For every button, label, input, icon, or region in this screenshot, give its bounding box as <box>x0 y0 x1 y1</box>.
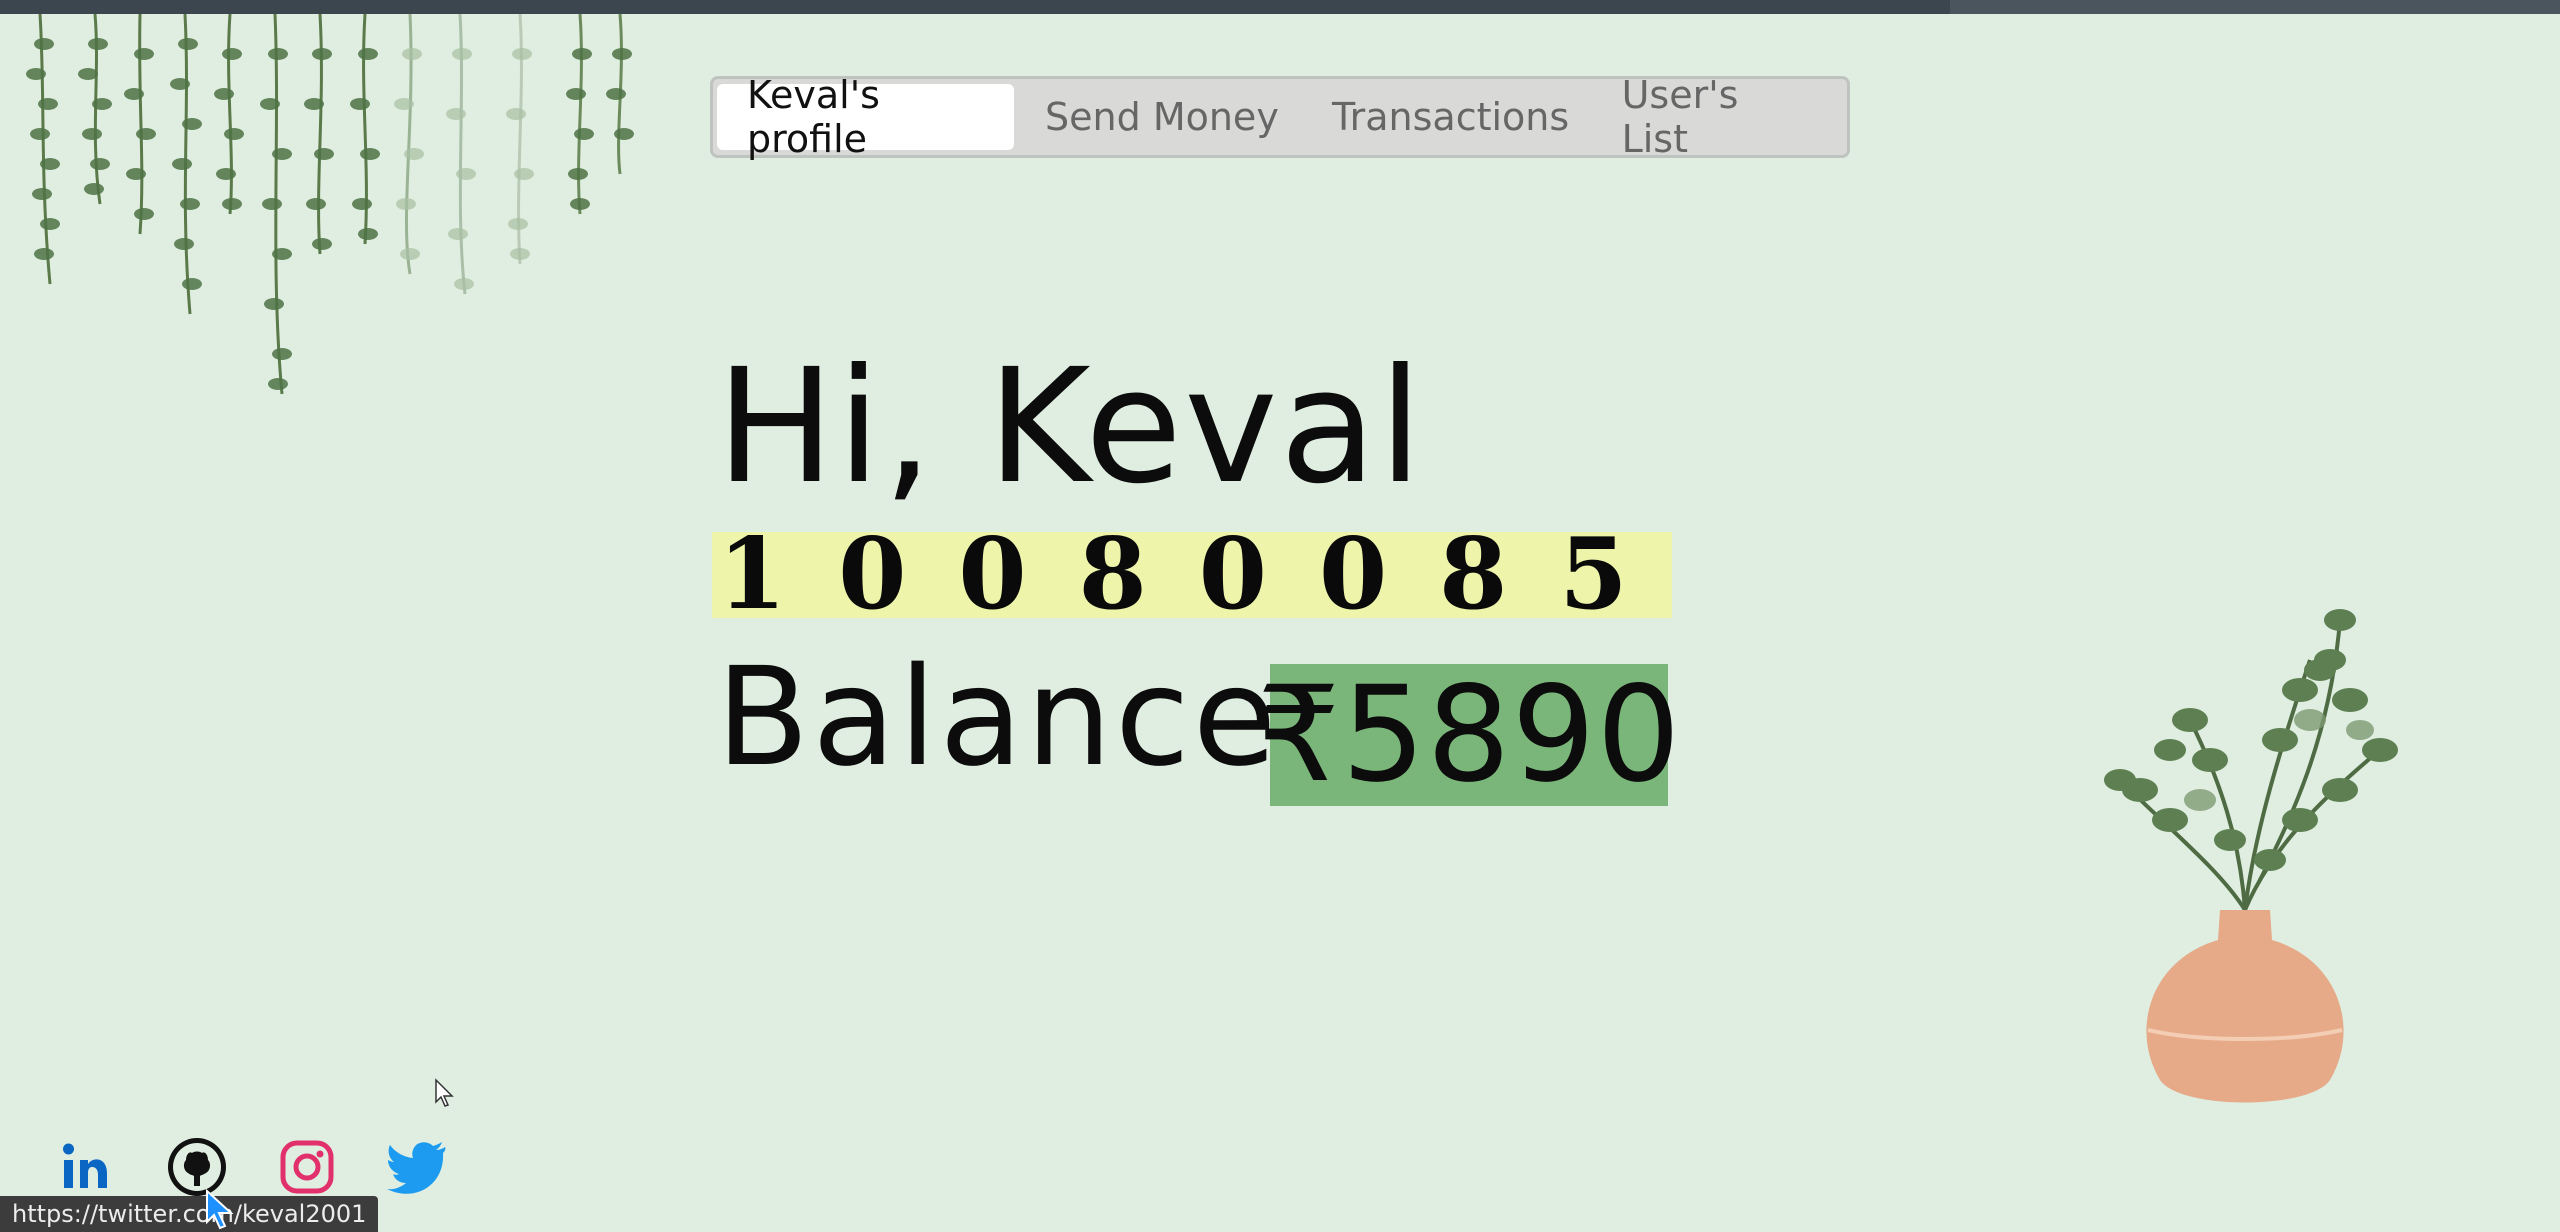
profile-nav-tabs: Keval's profile Send Money Transactions … <box>710 73 1850 161</box>
cursor-arrow-icon <box>206 1188 234 1230</box>
instagram-icon[interactable] <box>276 1136 338 1198</box>
mouse-pointer-icon <box>435 1078 454 1107</box>
account-number-highlight: 10080085 <box>712 526 1672 624</box>
status-bar-url: https://twitter.com/keval2001 <box>0 1196 379 1232</box>
hanging-vines-illustration <box>26 14 634 395</box>
top-scroll-track <box>1950 0 2560 14</box>
social-links <box>56 1136 448 1198</box>
potted-plant-illustration <box>2104 609 2398 1103</box>
linkedin-icon[interactable] <box>56 1136 118 1198</box>
account-number: 10080085 <box>718 517 1680 632</box>
tab-users-list[interactable]: User's List <box>1592 73 1843 161</box>
balance-value: ₹5890 <box>1256 658 1682 812</box>
twitter-icon[interactable] <box>386 1136 448 1198</box>
tab-keval-profile[interactable]: Keval's profile <box>717 73 1015 161</box>
greeting-heading: Hi, Keval <box>716 335 1425 519</box>
browser-top-bar <box>0 0 2560 14</box>
tab-send-money[interactable]: Send Money <box>1014 84 1309 150</box>
balance-label: Balance <box>716 639 1280 797</box>
tab-transactions[interactable]: Transactions <box>1310 84 1592 150</box>
